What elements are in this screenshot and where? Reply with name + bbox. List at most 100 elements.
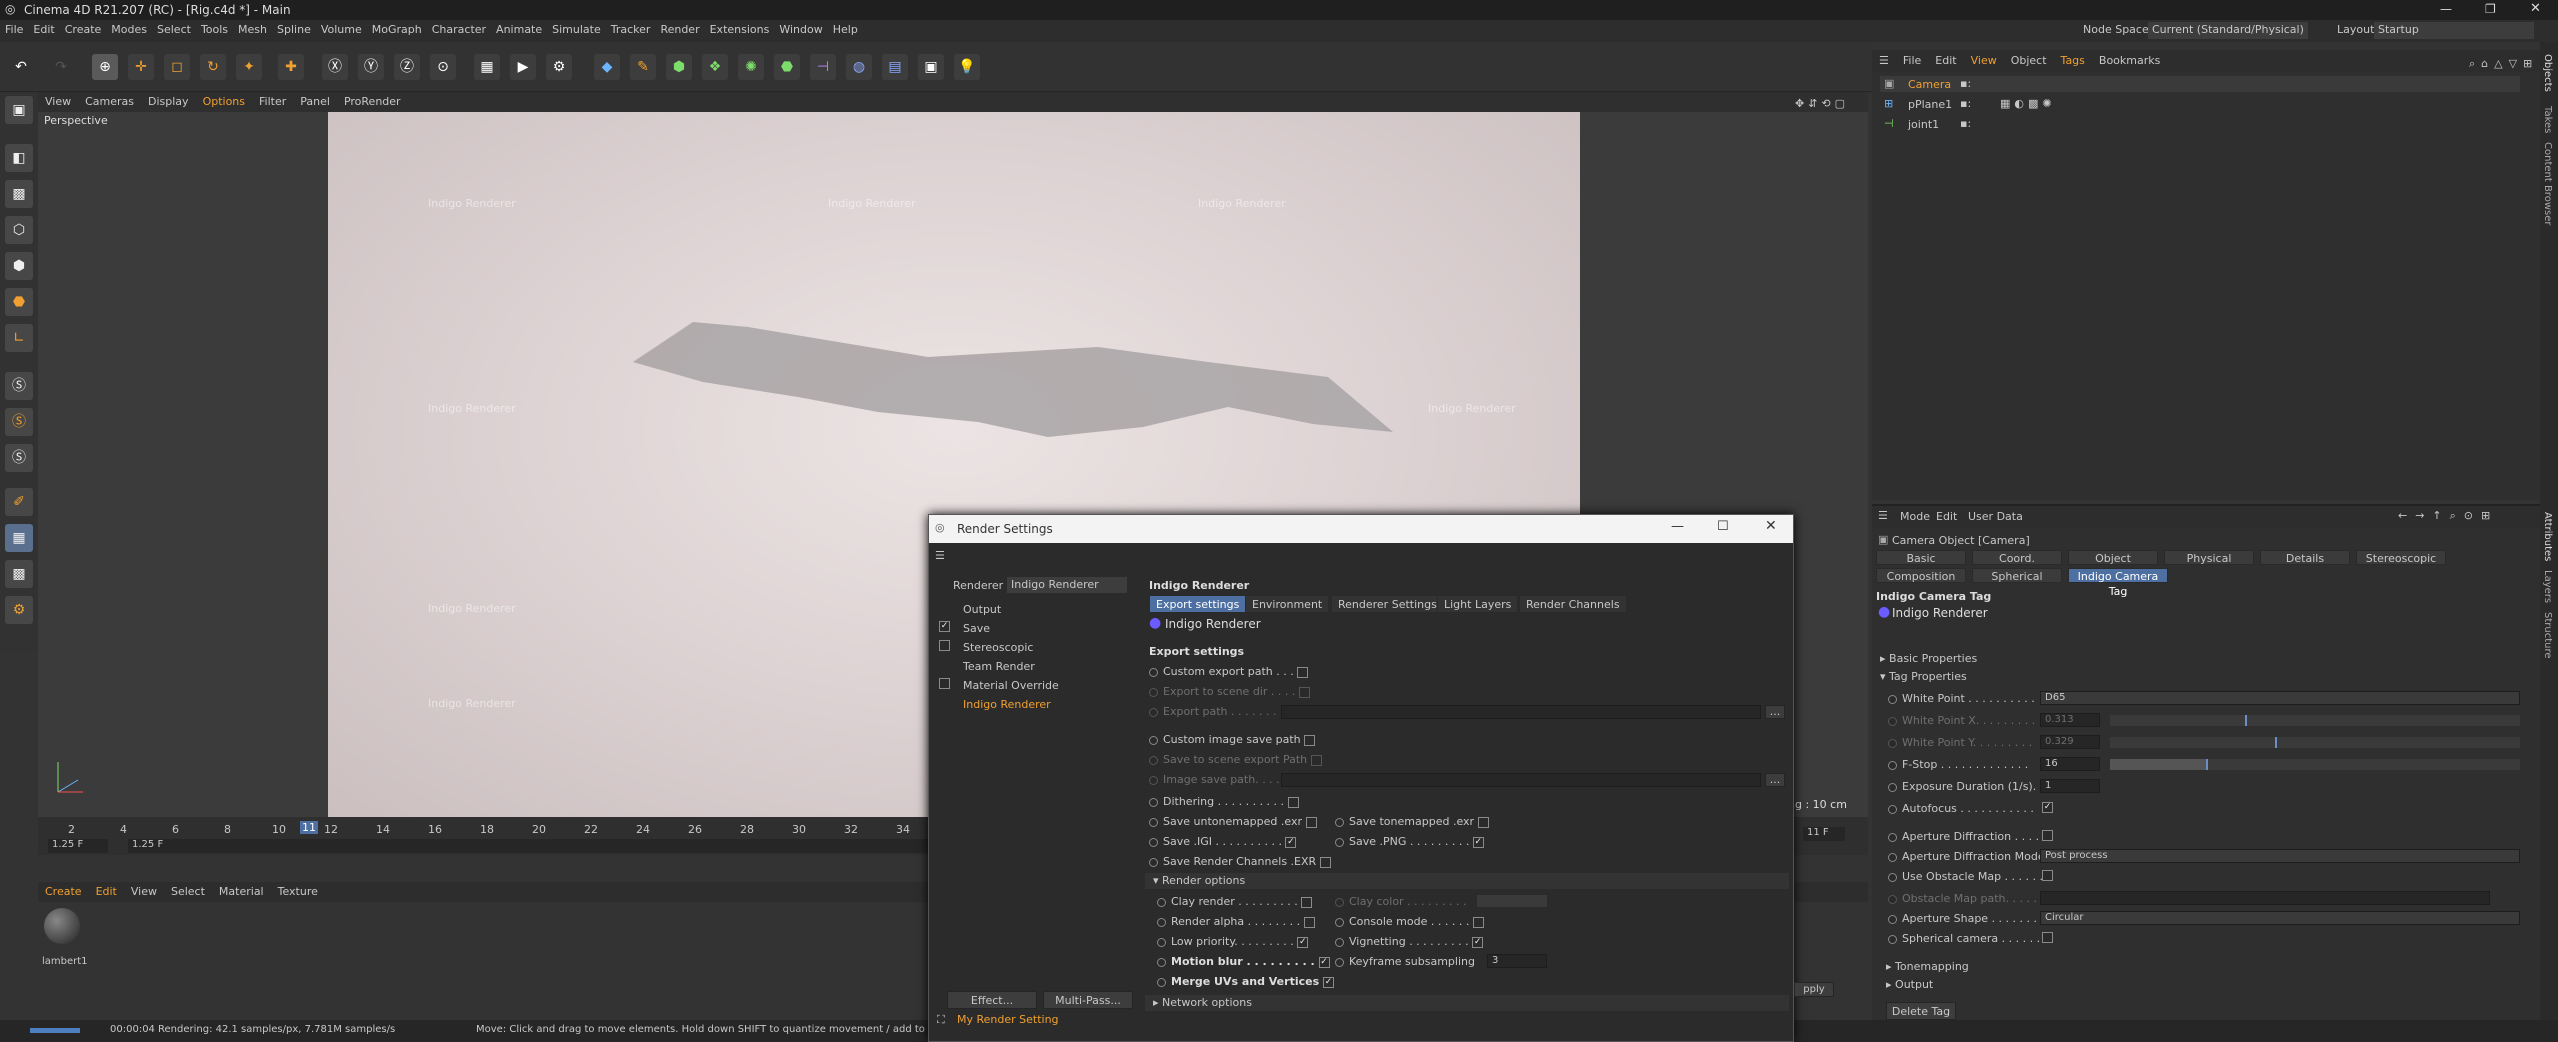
list-item[interactable]: ⊣ joint1 ▪: (1880, 116, 2520, 132)
menu-tools[interactable]: Tools (196, 20, 233, 36)
end-frame-field[interactable]: 11 F (1803, 827, 1845, 841)
render-region-icon[interactable]: ▦ (474, 54, 500, 80)
obj-menu-object[interactable]: Object (2004, 50, 2054, 67)
tag-icons[interactable]: ▦◐▩✺ (2000, 97, 2056, 110)
tree-item-team-render[interactable]: Team Render (963, 660, 1035, 673)
aperture-shape-select[interactable]: Circular (2040, 911, 2520, 925)
cloner-icon[interactable]: ❖ (702, 54, 728, 80)
tab-render-channels[interactable]: Render Channels (1519, 595, 1627, 613)
mat-menu-edit[interactable]: Edit (89, 882, 124, 898)
effect-button[interactable]: Effect... (947, 991, 1037, 1009)
stereoscopic-checkbox[interactable] (939, 640, 950, 651)
viewport-nav-icons[interactable]: ✥⇵⟲▢ (1788, 94, 1856, 110)
tab-basic[interactable]: Basic (1876, 550, 1966, 565)
delete-tag-button[interactable]: Delete Tag (1886, 1002, 1956, 1020)
obstacle-path-field[interactable] (2040, 891, 2490, 905)
visibility-icon[interactable]: ▪: (1960, 77, 1971, 90)
restore-icon[interactable]: ❐ (2485, 2, 2496, 16)
save-checkbox[interactable]: ✓ (939, 621, 950, 632)
image-path-browse-button[interactable]: ... (1765, 773, 1785, 787)
white-point-y-field[interactable]: 0.329 (2040, 735, 2100, 749)
export-path-browse-button[interactable]: ... (1765, 705, 1785, 719)
attr-menu-mode[interactable]: Mode (1900, 510, 1930, 523)
tree-item-output[interactable]: Output (963, 603, 1001, 616)
low-priority-checkbox[interactable]: ✓ (1297, 936, 1309, 948)
clay-render-checkbox[interactable] (1301, 896, 1313, 908)
material-override-checkbox[interactable] (939, 678, 950, 689)
vp-menu-filter[interactable]: Filter (252, 92, 293, 108)
side-tab-content-browser[interactable]: Content Browser (2542, 142, 2553, 225)
subdivision-icon[interactable]: ⬢ (666, 54, 692, 80)
tag-props-group[interactable]: ▾ Tag Properties (1880, 670, 1967, 683)
visibility-icon[interactable]: ▪: (1960, 97, 1971, 110)
save-tonemapped-checkbox[interactable] (1477, 816, 1489, 828)
attr-menu-edit[interactable]: Edit (1936, 510, 1957, 523)
aperture-diffraction-checkbox[interactable] (2042, 830, 2053, 841)
z-axis-icon[interactable]: Ⓩ (394, 54, 420, 80)
obj-menu-edit[interactable]: Edit (1928, 50, 1963, 67)
clay-color-swatch[interactable] (1477, 895, 1547, 907)
make-editable-icon[interactable]: ▣ (5, 96, 33, 124)
dialog-maximize-icon[interactable]: ☐ (1717, 519, 1729, 534)
menu-render[interactable]: Render (655, 20, 704, 36)
motion-blur-checkbox[interactable]: ✓ (1318, 956, 1330, 968)
save-igi-checkbox[interactable]: ✓ (1285, 836, 1297, 848)
y-axis-icon[interactable]: Ⓨ (358, 54, 384, 80)
side-tab-layers[interactable]: Layers (2542, 570, 2553, 603)
list-item[interactable]: ⊞ pPlane1 ▪: ▦◐▩✺ (1880, 96, 2520, 112)
render-view-icon[interactable]: ▶ (510, 54, 536, 80)
obj-menu-tags[interactable]: Tags (2054, 50, 2092, 67)
snap-icon[interactable]: Ⓢ (5, 372, 33, 400)
x-axis-icon[interactable]: Ⓧ (322, 54, 348, 80)
tab-indigo-camera-tag[interactable]: Indigo Camera Tag (2068, 568, 2168, 598)
grid-icon[interactable]: ▩ (5, 560, 33, 588)
menu-select[interactable]: Select (152, 20, 196, 36)
save-untonemapped-checkbox[interactable] (1305, 816, 1317, 828)
recent-tool-icon[interactable]: ✦ (236, 54, 262, 80)
exposure-field[interactable]: 1 (2040, 779, 2100, 793)
keyframe-sub-field[interactable]: 3 (1487, 954, 1547, 968)
vp-menu-display[interactable]: Display (141, 92, 196, 108)
undo-icon[interactable]: ↶ (8, 54, 34, 80)
tab-details[interactable]: Details (2260, 550, 2350, 565)
f-stop-slider[interactable] (2110, 759, 2520, 770)
scale-tool-icon[interactable]: ◻ (164, 54, 190, 80)
lock-icon[interactable]: ⚙ (5, 596, 33, 624)
menu-mesh[interactable]: Mesh (233, 20, 272, 36)
start-frame-field[interactable]: 1.25 F (48, 839, 108, 853)
tab-light-layers[interactable]: Light Layers (1437, 595, 1519, 613)
custom-image-checkbox[interactable] (1304, 734, 1316, 746)
mat-menu-select[interactable]: Select (164, 882, 212, 898)
network-options-group[interactable]: ▸ Network options (1145, 995, 1789, 1011)
merge-uvs-checkbox[interactable]: ✓ (1322, 976, 1334, 988)
mat-menu-texture[interactable]: Texture (271, 882, 325, 898)
joint-icon[interactable]: ⊣ (810, 54, 836, 80)
tab-export-settings[interactable]: Export settings (1149, 595, 1247, 613)
render-options-group[interactable]: ▾ Render options (1145, 873, 1789, 889)
paint-icon[interactable]: ✐ (5, 488, 33, 516)
vp-menu-prorender[interactable]: ProRender (337, 92, 408, 108)
tab-physical[interactable]: Physical (2164, 550, 2254, 565)
side-tab-objects[interactable]: Objects (2542, 54, 2553, 92)
model-mode-icon[interactable]: ◧ (5, 144, 33, 172)
side-tab-structure[interactable]: Structure (2542, 612, 2553, 659)
basic-props-group[interactable]: ▸ Basic Properties (1880, 652, 1977, 665)
sky-icon[interactable]: ◍ (846, 54, 872, 80)
tab-stereoscopic[interactable]: Stereoscopic (2356, 550, 2446, 565)
world-coord-icon[interactable]: ⊙ (430, 54, 456, 80)
menu-extensions[interactable]: Extensions (705, 20, 775, 36)
tonemapping-group[interactable]: ▸ Tonemapping (1886, 960, 1969, 973)
visibility-icon[interactable]: ▪: (1960, 117, 1971, 130)
menu-spline[interactable]: Spline (272, 20, 316, 36)
rotate-tool-icon[interactable]: ↻ (200, 54, 226, 80)
spherical-camera-checkbox[interactable] (2042, 932, 2053, 943)
obj-menu-file[interactable]: File (1896, 50, 1928, 67)
save-scene-checkbox[interactable] (1310, 754, 1322, 766)
points-mode-icon[interactable]: ⬡ (5, 216, 33, 244)
texture-mode-icon[interactable]: ▩ (5, 180, 33, 208)
autofocus-checkbox[interactable]: ✓ (2042, 802, 2053, 813)
polygons-mode-icon[interactable]: ⬣ (5, 288, 33, 316)
image-path-field[interactable] (1281, 773, 1761, 787)
snap-settings-icon[interactable]: Ⓢ (5, 408, 33, 436)
light-icon[interactable]: 💡 (954, 54, 980, 80)
